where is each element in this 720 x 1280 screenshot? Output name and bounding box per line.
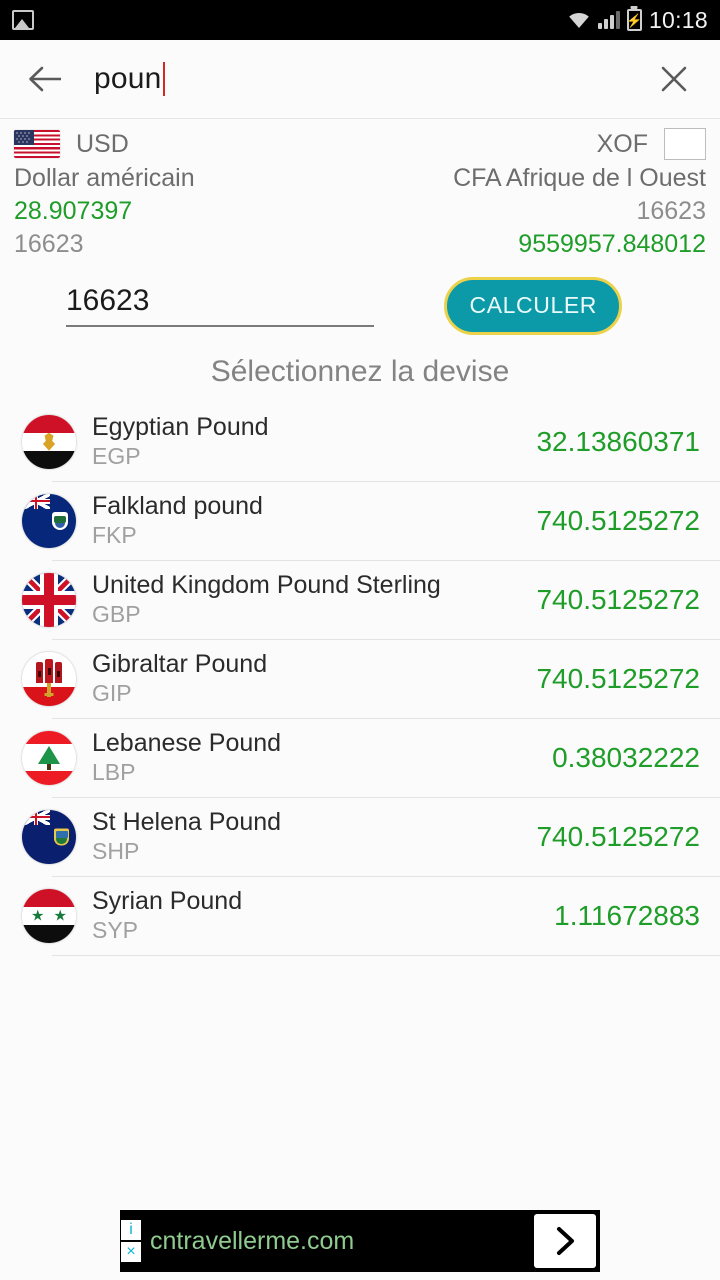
search-bar: poun <box>0 40 720 118</box>
currency-code: LBP <box>92 759 136 786</box>
amount-input-value: 16623 <box>66 284 150 318</box>
us-flag-icon <box>14 130 60 158</box>
source-currency-rate: 28.907397 <box>14 196 133 225</box>
sh-flag-icon <box>22 809 76 864</box>
ad-badges: i × <box>120 1210 142 1272</box>
source-currency-block[interactable]: USD Dollar américain 28.907397 16623 <box>14 127 195 259</box>
amount-input-row: 16623 CALCULER <box>0 263 720 339</box>
currency-code: EGP <box>92 443 141 470</box>
currency-value: 32.13860371 <box>536 425 700 457</box>
currency-list: Egyptian Pound EGP 32.13860371 Falkland … <box>0 402 720 956</box>
missing-flag-icon <box>664 128 706 160</box>
currency-code: FKP <box>92 522 137 549</box>
target-currency-top: XOF <box>597 127 706 161</box>
section-title: Sélectionnez la devise <box>210 354 510 388</box>
currency-code: GBP <box>92 601 141 628</box>
chevron-right-icon <box>557 1227 574 1255</box>
gi-flag-icon <box>22 651 76 706</box>
list-item[interactable]: ★ ★ Syrian Pound SYP 1.11672883 <box>0 877 720 955</box>
list-item-texts: Gibraltar Pound GIP <box>92 649 536 707</box>
currency-value: 740.5125272 <box>536 662 700 694</box>
source-currency-top: USD <box>14 127 195 161</box>
target-currency-block[interactable]: XOF CFA Afrique de l Ouest 16623 9559957… <box>453 127 706 259</box>
source-currency-name: Dollar américain <box>14 164 195 192</box>
currency-name: Egyptian Pound <box>92 412 269 441</box>
currency-value: 740.5125272 <box>536 583 700 615</box>
status-bar-right: ⚡ 10:18 <box>567 7 708 34</box>
currency-name: Syrian Pound <box>92 886 243 915</box>
currency-value: 740.5125272 <box>536 820 700 852</box>
clear-search-icon[interactable] <box>650 55 698 103</box>
currency-name: St Helena Pound <box>92 807 282 836</box>
currency-name: United Kingdom Pound Sterling <box>92 570 441 599</box>
image-notification-icon <box>12 10 34 30</box>
conversion-summary: USD Dollar américain 28.907397 16623 XOF… <box>0 119 720 263</box>
back-arrow-icon[interactable] <box>22 55 70 103</box>
list-item-texts: Syrian Pound SYP <box>92 886 554 944</box>
currency-code: SYP <box>92 917 139 944</box>
text-caret <box>162 62 165 96</box>
amount-input[interactable]: 16623 <box>66 284 374 328</box>
list-item[interactable]: St Helena Pound SHP 740.5125272 <box>0 798 720 876</box>
source-currency-code: USD <box>76 129 129 158</box>
source-currency-amount: 16623 <box>14 229 84 258</box>
target-currency-code: XOF <box>596 129 648 158</box>
list-item[interactable]: Falkland pound FKP 740.5125272 <box>0 482 720 560</box>
list-divider <box>52 954 720 956</box>
currency-value: 0.38032222 <box>552 741 700 773</box>
currency-value: 740.5125272 <box>536 504 700 536</box>
wifi-icon <box>567 11 591 29</box>
list-item[interactable]: Lebanese Pound LBP 0.38032222 <box>0 719 720 797</box>
currency-code: SHP <box>92 838 140 865</box>
status-bar-left <box>12 10 34 30</box>
list-item-texts: Egyptian Pound EGP <box>92 412 536 470</box>
currency-name: Falkland pound <box>92 491 263 520</box>
list-item-texts: St Helena Pound SHP <box>92 807 536 865</box>
ad-close-icon[interactable]: × <box>121 1242 141 1262</box>
status-bar: ⚡ 10:18 <box>0 0 720 40</box>
currency-value: 1.11672883 <box>554 899 700 931</box>
list-item-texts: Falkland pound FKP <box>92 491 536 549</box>
target-currency-name: CFA Afrique de l Ouest <box>453 164 706 192</box>
gb-flag-icon <box>22 572 76 627</box>
status-bar-clock: 10:18 <box>648 6 708 33</box>
list-item[interactable]: United Kingdom Pound Sterling GBP 740.51… <box>0 561 720 639</box>
list-item[interactable]: Gibraltar Pound GIP 740.5125272 <box>0 640 720 718</box>
currency-name: Lebanese Pound <box>92 728 282 757</box>
app-root: ⚡ 10:18 poun USD Dollar américain 28.907… <box>0 0 720 1280</box>
fk-flag-icon <box>22 493 76 548</box>
ad-info-icon[interactable]: i <box>121 1220 141 1240</box>
sy-flag-icon: ★ ★ <box>22 888 76 943</box>
list-item-texts: United Kingdom Pound Sterling GBP <box>92 570 536 628</box>
search-query-text: poun <box>94 62 162 95</box>
currency-code: GIP <box>92 680 132 707</box>
ad-banner[interactable]: i × cntravellerme.com <box>120 1210 600 1272</box>
list-item[interactable]: Egyptian Pound EGP 32.13860371 <box>0 403 720 481</box>
calculate-button[interactable]: CALCULER <box>444 276 622 335</box>
ad-cta-button[interactable] <box>534 1214 596 1268</box>
target-currency-amount: 16623 <box>636 196 706 225</box>
currency-name: Gibraltar Pound <box>92 649 268 678</box>
search-input[interactable]: poun <box>94 62 650 96</box>
signal-icon <box>597 11 620 29</box>
target-currency-result: 9559957.848012 <box>518 229 706 258</box>
battery-charging-icon: ⚡ <box>626 9 643 31</box>
list-item-texts: Lebanese Pound LBP <box>92 728 552 786</box>
amount-input-underline <box>66 325 374 328</box>
eg-flag-icon <box>22 414 76 469</box>
lb-flag-icon <box>22 730 76 785</box>
ad-text: cntravellerme.com <box>150 1226 355 1255</box>
